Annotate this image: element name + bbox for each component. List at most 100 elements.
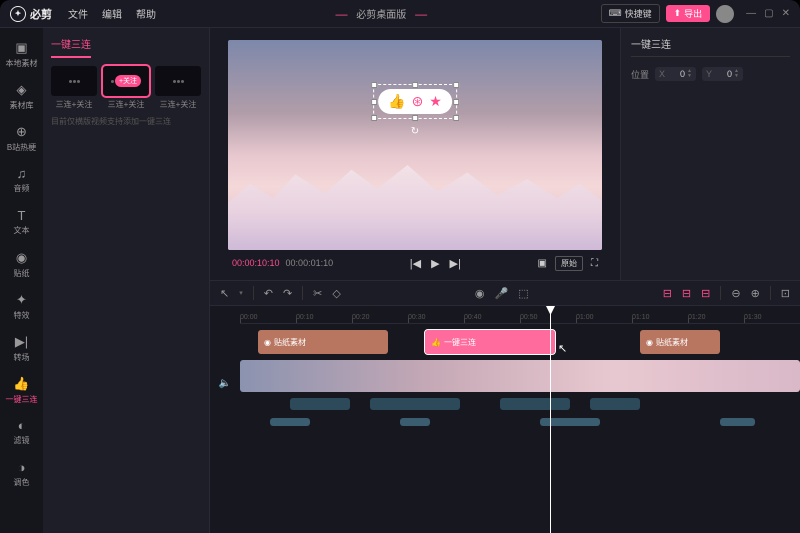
title-deco-right: — [415, 7, 427, 21]
clip-audio-4[interactable] [590, 398, 640, 410]
asset-card-2[interactable]: +关注 三连+关注 [103, 66, 149, 110]
main: ▣本地素材 ◈素材库 ⊕B站热梗 ♫音频 T文本 ◉贴纸 ✦特效 ▶|转场 👍一… [0, 28, 800, 533]
menu-help[interactable]: 帮助 [130, 3, 162, 24]
like-icon: 👍 [388, 93, 405, 110]
library-icon: ◈ [17, 82, 27, 98]
prev-frame-button[interactable]: |◀ [410, 257, 421, 270]
cut-button[interactable]: ✂ [313, 287, 322, 300]
clip-video[interactable] [240, 360, 800, 392]
folder-icon: ▣ [15, 40, 27, 56]
sticker-clip-icon: ◉ [264, 338, 271, 347]
playhead[interactable] [550, 306, 551, 533]
mute-button[interactable]: 🔈 [219, 378, 231, 389]
clip-audio-2[interactable] [370, 398, 460, 410]
delete-button[interactable]: ◇ [332, 287, 340, 300]
clip-a2-2[interactable] [400, 418, 430, 426]
undo-button[interactable]: ↶ [264, 287, 273, 300]
sparkle-icon: ✦ [16, 292, 27, 308]
asset-thumb-3 [155, 66, 201, 96]
timeline-toolbar: ↖ ▾ ↶ ↷ ✂ ◇ ◉ 🎤 ⬚ ⊟ ⊟ ⊟ ⊖ ⊕ ⊡ [210, 280, 800, 306]
zoom-in-button[interactable]: ⊕ [751, 287, 760, 300]
zoom-out-button[interactable]: ⊖ [731, 287, 740, 300]
music-icon: ♫ [17, 166, 27, 181]
menu-edit[interactable]: 编辑 [96, 3, 128, 24]
clip-a2-4[interactable] [720, 418, 755, 426]
handle-tm[interactable] [412, 82, 418, 88]
fullscreen-button[interactable]: ⛶ [591, 258, 598, 269]
track-headers: 🔈 [210, 306, 240, 533]
pointer-tool[interactable]: ↖ [220, 287, 229, 300]
zoom-fit-button[interactable]: ⊡ [781, 287, 790, 300]
play-button[interactable]: ▶ [431, 257, 439, 270]
timeline-ruler[interactable]: 00:00 00:10 00:20 00:30 00:40 00:50 01:0… [240, 306, 800, 324]
title-center: — 必剪桌面版 — [172, 6, 591, 21]
handle-bl[interactable] [371, 115, 377, 121]
rotate-handle[interactable]: ↻ [411, 126, 419, 137]
handle-bm[interactable] [412, 115, 418, 121]
record-button[interactable]: ◉ [475, 287, 485, 300]
audio-track-2[interactable] [240, 418, 800, 428]
avatar[interactable] [716, 5, 734, 23]
x-input[interactable]: X0 ▲▼ [655, 67, 696, 81]
sidebar-item-library[interactable]: ◈素材库 [2, 76, 42, 116]
next-frame-button[interactable]: ▶| [450, 257, 461, 270]
sidebar-item-audio[interactable]: ♫音频 [2, 160, 42, 200]
handle-mr[interactable] [453, 99, 459, 105]
coin-icon: ⊛ [412, 93, 424, 110]
sidebar-item-sticker[interactable]: ◉贴纸 [2, 244, 42, 284]
maximize-button[interactable]: ▢ [764, 8, 773, 19]
sidebar-item-transition[interactable]: ▶|转场 [2, 328, 42, 368]
clip-audio-3[interactable] [500, 398, 570, 410]
timeline-body[interactable]: 00:00 00:10 00:20 00:30 00:40 00:50 01:0… [240, 306, 800, 533]
handle-tl[interactable] [371, 82, 377, 88]
clip-a2-1[interactable] [270, 418, 310, 426]
handle-ml[interactable] [371, 99, 377, 105]
y-input[interactable]: Y0 ▲▼ [702, 67, 743, 81]
sidebar-item-effect[interactable]: ✦特效 [2, 286, 42, 326]
preview-controls: 00:00:10:10 00:00:01:10 |◀ ▶ ▶| ▣ 原始 ⛶ [228, 250, 602, 276]
titlebar-right: ⌨ 快捷键 ⬆ 导出 — ▢ ✕ [601, 4, 790, 23]
sidebar-item-local[interactable]: ▣本地素材 [2, 34, 42, 74]
shortcut-button[interactable]: ⌨ 快捷键 [601, 4, 660, 23]
sidebar-item-text[interactable]: T文本 [2, 202, 42, 242]
sidebar-item-filter[interactable]: ◐滤镜 [2, 412, 42, 452]
overlay-selection[interactable]: 👍 ⊛ ★ ↻ [373, 84, 457, 119]
clip-sticker-1[interactable]: ◉贴纸素材 [258, 330, 388, 354]
clip-combo[interactable]: 👍一键三连 [425, 330, 555, 354]
sidebar-item-color[interactable]: ◑调色 [2, 454, 42, 494]
sidebar-item-meme[interactable]: ⊕B站热梗 [2, 118, 42, 158]
sidebar: ▣本地素材 ◈素材库 ⊕B站热梗 ♫音频 T文本 ◉贴纸 ✦特效 ▶|转场 👍一… [0, 28, 43, 533]
clip-a2-3[interactable] [540, 418, 600, 426]
minimize-button[interactable]: — [746, 8, 756, 19]
clip-audio-1[interactable] [290, 398, 350, 410]
asset-card-1[interactable]: 三连+关注 [51, 66, 97, 110]
preview-canvas[interactable]: 👍 ⊛ ★ ↻ [228, 40, 602, 250]
menu-file[interactable]: 文件 [62, 3, 94, 24]
title-deco-left: — [336, 7, 348, 21]
video-track[interactable] [240, 360, 800, 392]
crop-icon[interactable]: ▣ [538, 258, 547, 269]
export-button[interactable]: ⬆ 导出 [666, 5, 711, 22]
sticker-track[interactable]: ◉贴纸素材 👍一键三连 ◉贴纸素材 [240, 330, 800, 354]
audio-track-1[interactable] [240, 398, 800, 412]
snap-2[interactable]: ⊟ [682, 287, 691, 300]
asset-card-3[interactable]: 三连+关注 [155, 66, 201, 110]
sticker-icon: ◉ [16, 250, 27, 266]
asset-panel: 一键三连 三连+关注 +关注 三连+关注 三连+关注 目前仅横版视频支持添加一键… [43, 28, 210, 533]
snap-3[interactable]: ⊟ [701, 287, 710, 300]
close-button[interactable]: ✕ [782, 8, 790, 19]
clip-sticker-2[interactable]: ◉贴纸素材 [640, 330, 720, 354]
caption-button[interactable]: ⬚ [518, 287, 528, 300]
handle-br[interactable] [453, 115, 459, 121]
mic-button[interactable]: 🎤 [495, 287, 509, 300]
handle-tr[interactable] [453, 82, 459, 88]
preview-content [228, 156, 602, 251]
timeline: 🔈 00:00 00:10 00:20 00:30 00:40 00:50 01… [210, 306, 800, 533]
redo-button[interactable]: ↷ [283, 287, 292, 300]
aspect-ratio[interactable]: 原始 [555, 256, 583, 271]
star-icon: ★ [429, 93, 442, 110]
position-label: 位置 [631, 68, 649, 81]
sidebar-item-triple[interactable]: 👍一键三连 [2, 370, 42, 410]
titlebar: ✦ 必剪 文件 编辑 帮助 — 必剪桌面版 — ⌨ 快捷键 ⬆ 导出 — ▢ [0, 0, 800, 28]
snap-1[interactable]: ⊟ [663, 287, 672, 300]
